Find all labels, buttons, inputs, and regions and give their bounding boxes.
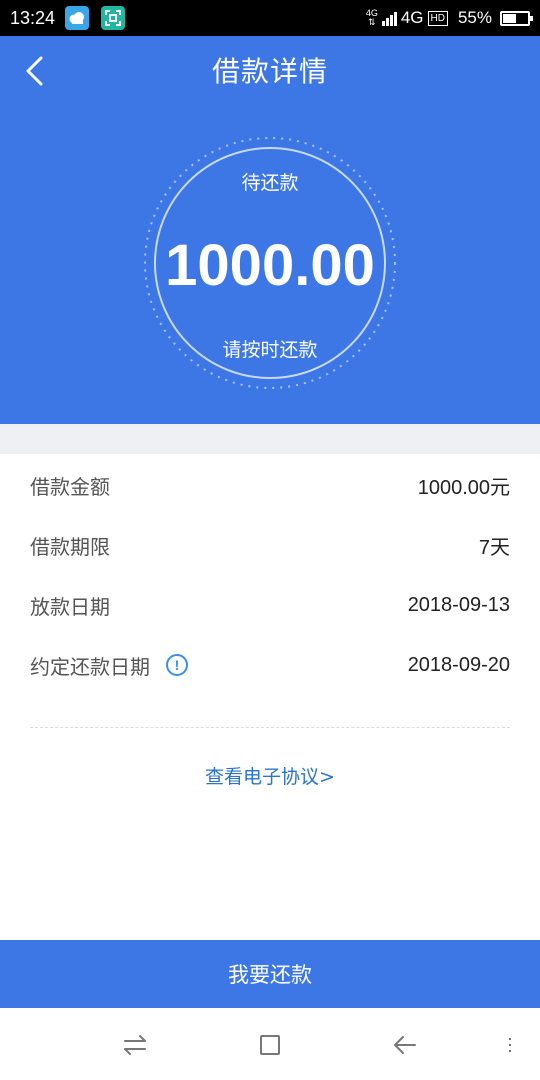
battery-icon <box>500 10 533 26</box>
section-divider <box>0 424 540 454</box>
status-indicators: 4G ⇅ 4G HD 55% <box>365 8 533 28</box>
page-title: 借款详情 <box>211 55 328 88</box>
back-arrow-icon <box>394 1036 416 1054</box>
status-bar: 13:24 4G ⇅ 4G HD 55% <box>0 0 540 36</box>
hd-badge: HD <box>427 10 448 26</box>
system-nav-bar <box>0 1008 540 1080</box>
info-icon[interactable]: ! <box>166 654 188 676</box>
detail-value: 1000.00元 <box>417 476 510 499</box>
loan-header: 借款详情 待还款 1000.00 请按时还款 <box>0 36 540 424</box>
amount-circle: 待还款 1000.00 请按时还款 <box>142 132 398 394</box>
detail-label: 约定还款日期 <box>30 654 150 679</box>
pending-repayment-label: 待还款 <box>241 172 299 194</box>
detail-label: 放款日期 <box>30 594 110 619</box>
detail-row-disbursement-date: 放款日期 2018-09-13 <box>30 575 510 635</box>
detail-value: 2018-09-20 <box>407 653 510 676</box>
detail-label: 借款期限 <box>30 534 110 559</box>
view-agreement-link[interactable]: 查看电子协议> <box>0 762 540 789</box>
detail-label-wrap: 约定还款日期 ! <box>30 651 188 680</box>
detail-row-amount: 借款金额 1000.00元 <box>30 455 510 515</box>
recent-apps-button[interactable] <box>120 1030 150 1060</box>
detail-label: 借款金额 <box>30 474 110 499</box>
battery-percent: 55% <box>457 8 492 27</box>
scanner-app-icon <box>101 6 126 30</box>
detail-value: 7天 <box>478 536 510 559</box>
repay-on-time-note: 请按时还款 <box>222 339 318 361</box>
pending-amount: 1000.00 <box>165 233 375 298</box>
detail-row-term: 借款期限 7天 <box>30 515 510 575</box>
dashed-divider <box>30 727 510 728</box>
switch-apps-icon <box>124 1035 146 1055</box>
nav-back-button[interactable] <box>390 1030 420 1060</box>
detail-value: 2018-09-13 <box>407 593 510 616</box>
menu-icon <box>509 1038 511 1052</box>
network-small-label: 4G ⇅ <box>365 8 378 27</box>
network-label: 4G <box>400 8 424 27</box>
weather-app-icon <box>65 6 90 30</box>
repay-button[interactable]: 我要还款 <box>0 940 540 1008</box>
status-time: 13:24 <box>10 7 56 28</box>
signal-icon <box>381 10 397 26</box>
nav-menu-button[interactable] <box>500 1030 520 1060</box>
home-square-icon <box>260 1035 280 1055</box>
home-button[interactable] <box>255 1030 285 1060</box>
detail-row-due-date: 约定还款日期 ! 2018-09-20 <box>30 635 510 695</box>
